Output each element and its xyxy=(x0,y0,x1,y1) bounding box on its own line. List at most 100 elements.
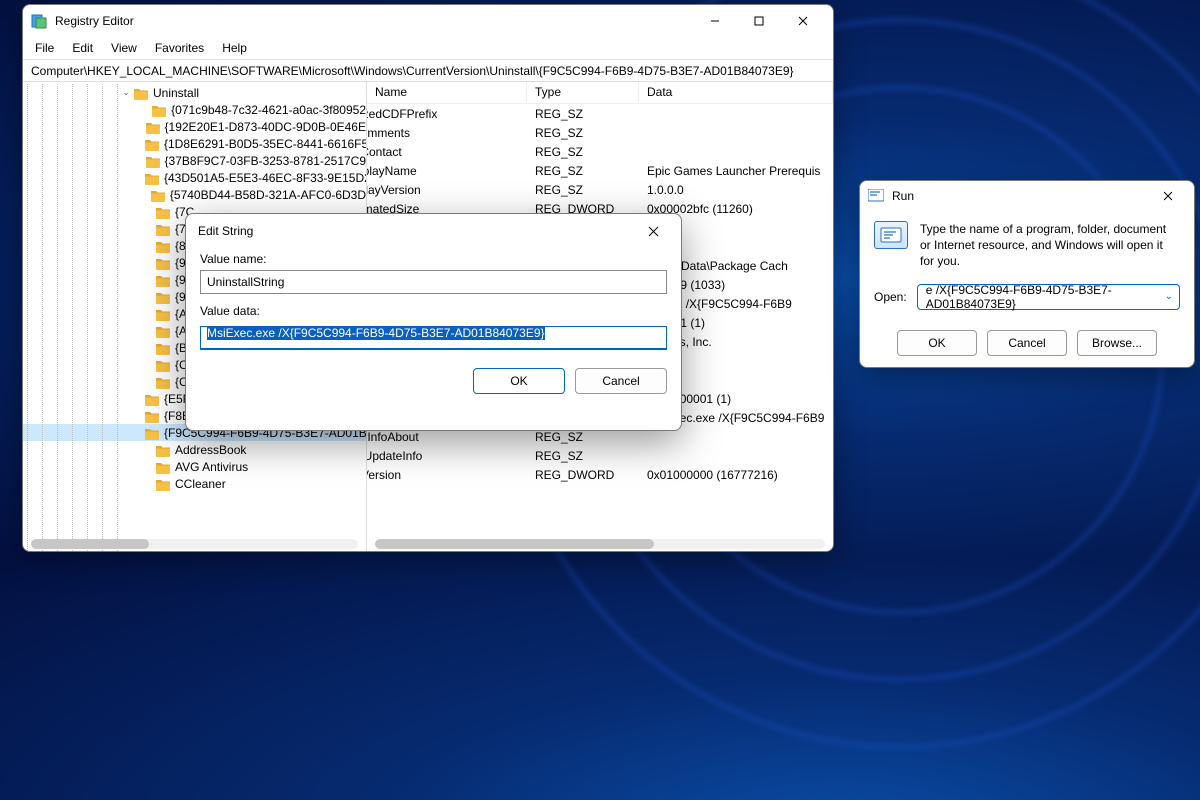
folder-icon xyxy=(144,425,160,441)
close-button[interactable] xyxy=(637,218,669,244)
tree-label: {1D8E6291-B0D5-35EC-8441-6616F5 xyxy=(164,137,367,151)
menu-help[interactable]: Help xyxy=(214,39,255,57)
folder-icon xyxy=(144,136,160,152)
cell-type: REG_SZ xyxy=(527,126,639,140)
dialog-title: Edit String xyxy=(198,224,637,238)
close-button[interactable] xyxy=(1150,184,1186,208)
cell-name: Version xyxy=(367,467,527,483)
run-title: Run xyxy=(892,189,1150,203)
column-name[interactable]: Name xyxy=(367,82,527,103)
menu-favorites[interactable]: Favorites xyxy=(147,39,212,57)
open-combobox[interactable]: e /X{F9C5C994-F6B9-4D75-B3E7-AD01B84073E… xyxy=(917,284,1180,310)
cell-data: 0x01000000 (16777216) xyxy=(639,468,833,482)
column-data[interactable]: Data xyxy=(639,82,833,103)
browse-button[interactable]: Browse... xyxy=(1077,330,1157,356)
menu-view[interactable]: View xyxy=(103,39,145,57)
cell-type: REG_DWORD xyxy=(527,468,639,482)
run-description: Type the name of a program, folder, docu… xyxy=(920,221,1180,270)
value-name-field[interactable] xyxy=(200,270,667,294)
folder-icon xyxy=(144,391,160,407)
tree-label: AddressBook xyxy=(175,443,246,457)
folder-icon xyxy=(155,476,171,492)
address-text: Computer\HKEY_LOCAL_MACHINE\SOFTWARE\Mic… xyxy=(31,64,794,78)
cancel-button[interactable]: Cancel xyxy=(575,368,667,394)
regedit-app-icon xyxy=(31,13,47,29)
tree-label: {43D501A5-E5E3-46EC-8F33-9E15D2 xyxy=(164,171,367,185)
list-header[interactable]: Name Type Data xyxy=(367,82,833,104)
menubar: File Edit View Favorites Help xyxy=(23,37,833,59)
value-data-field[interactable] xyxy=(200,326,667,350)
folder-icon xyxy=(150,187,166,203)
list-row[interactable]: URLUpdateInfo REG_SZ xyxy=(367,446,833,465)
folder-icon xyxy=(155,323,171,339)
list-row[interactable]: CommentsREG_SZ xyxy=(367,123,833,142)
folder-icon xyxy=(145,119,161,135)
list-row[interactable]: DisplayVersion REG_SZ1.0.0.0 xyxy=(367,180,833,199)
chevron-down-icon[interactable]: ⌄ xyxy=(1165,291,1173,302)
folder-icon xyxy=(155,306,171,322)
scrollbar-thumb[interactable] xyxy=(375,539,654,549)
list-row[interactable]: DisplayName REG_SZEpic Games Launcher Pre… xyxy=(367,161,833,180)
cell-name: Comments xyxy=(367,125,527,141)
cell-type: REG_SZ xyxy=(527,449,639,463)
cell-type: REG_SZ xyxy=(527,145,639,159)
folder-icon xyxy=(155,272,171,288)
folder-icon xyxy=(145,153,161,169)
tree-horizontal-scrollbar[interactable] xyxy=(31,539,358,549)
folder-icon xyxy=(155,204,171,220)
open-label: Open: xyxy=(874,290,907,304)
minimize-button[interactable] xyxy=(693,7,737,35)
cell-name: Contact xyxy=(367,144,527,160)
value-data-label: Value data: xyxy=(200,304,667,318)
folder-icon xyxy=(155,289,171,305)
list-horizontal-scrollbar[interactable] xyxy=(375,539,825,549)
folder-icon xyxy=(155,221,171,237)
folder-icon xyxy=(133,85,149,101)
cell-type: REG_SZ xyxy=(527,107,639,121)
folder-icon xyxy=(144,408,160,424)
string-value-icon: AuthorizedCDFPrefix xyxy=(373,106,389,122)
cancel-button[interactable]: Cancel xyxy=(987,330,1067,356)
ok-button[interactable]: OK xyxy=(473,368,565,394)
string-value-icon: URLUpdateInfo xyxy=(373,448,389,464)
address-bar[interactable]: Computer\HKEY_LOCAL_MACHINE\SOFTWARE\Mic… xyxy=(23,59,833,81)
folder-icon xyxy=(155,442,171,458)
menu-file[interactable]: File xyxy=(27,39,62,57)
run-app-icon xyxy=(868,188,884,204)
cell-type: REG_SZ xyxy=(527,430,639,444)
folder-icon xyxy=(155,255,171,271)
list-row[interactable]: AuthorizedCDFPrefix REG_SZ xyxy=(367,104,833,123)
column-type[interactable]: Type xyxy=(527,82,639,103)
run-dialog: Run Type the name of a program, folder, … xyxy=(859,180,1195,368)
close-button[interactable] xyxy=(781,7,825,35)
cell-type: REG_SZ xyxy=(527,164,639,178)
regedit-titlebar[interactable]: Registry Editor xyxy=(23,5,833,37)
tree-label: CCleaner xyxy=(175,477,226,491)
maximize-button[interactable] xyxy=(737,7,781,35)
list-row[interactable]: Version REG_DWORD0x01000000 (16777216) xyxy=(367,465,833,484)
string-value-icon: Contact xyxy=(373,144,389,160)
dword-value-icon: Version xyxy=(373,467,389,483)
folder-icon xyxy=(155,459,171,475)
folder-icon xyxy=(155,374,171,390)
string-value-icon: DisplayName xyxy=(373,163,389,179)
tree-label: AVG Antivirus xyxy=(175,460,248,474)
folder-icon xyxy=(144,170,160,186)
folder-icon xyxy=(155,238,171,254)
scrollbar-thumb[interactable] xyxy=(31,539,149,549)
tree-label: {071c9b48-7c32-4621-a0ac-3f80952 xyxy=(171,103,366,117)
list-row[interactable]: Contact REG_SZ xyxy=(367,142,833,161)
window-controls xyxy=(693,7,825,35)
cell-data: Epic Games Launcher Prerequis xyxy=(639,164,833,178)
cell-name: URLUpdateInfo xyxy=(367,448,527,464)
cell-name: DisplayVersion xyxy=(367,182,527,198)
cell-type: REG_SZ xyxy=(527,183,639,197)
cell-data: 1.0.0.0 xyxy=(639,183,833,197)
run-titlebar[interactable]: Run xyxy=(860,181,1194,211)
tree-label: {192E20E1-D873-40DC-9D0B-0E46E xyxy=(165,120,366,134)
string-value-icon: DisplayVersion xyxy=(373,182,389,198)
menu-edit[interactable]: Edit xyxy=(64,39,101,57)
value-name-label: Value name: xyxy=(200,252,667,266)
dialog-titlebar[interactable]: Edit String xyxy=(186,214,681,248)
ok-button[interactable]: OK xyxy=(897,330,977,356)
